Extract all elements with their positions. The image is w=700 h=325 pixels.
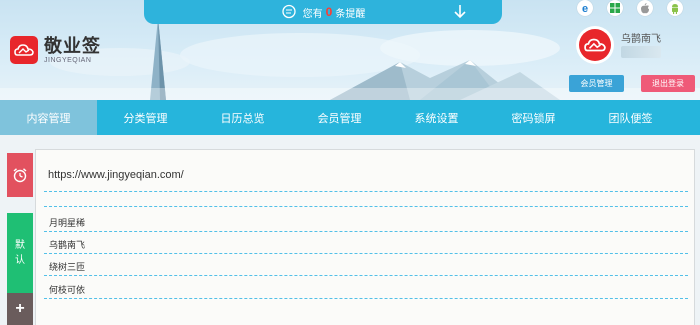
notice-prefix: 您有: [302, 8, 323, 20]
nav-calendar-overview[interactable]: 日历总览: [194, 100, 291, 135]
note-item[interactable]: 乌鹊南飞: [49, 238, 85, 251]
header: 敬业签 JINGYEQIAN 您有 0 条提醒 e 乌鹊南飞 会员管理 退出登录: [0, 0, 700, 100]
logout-button[interactable]: 退出登录: [641, 75, 695, 92]
member-management-button[interactable]: 会员管理: [569, 75, 624, 92]
divider: [44, 298, 688, 299]
content-area: 默 认 + https://www.jingyeqian.com/ 月明星稀 乌…: [0, 135, 700, 325]
add-category-button[interactable]: +: [7, 293, 33, 325]
reminder-tab[interactable]: [7, 153, 33, 197]
divider: [44, 231, 688, 232]
chat-bubble-icon: [282, 4, 296, 19]
default-label-2: 认: [15, 255, 25, 266]
username: 乌鹊南飞: [621, 34, 661, 45]
notice-count: 0: [325, 5, 333, 19]
app-name: 敬业签: [44, 35, 101, 56]
ie-icon[interactable]: e: [577, 0, 593, 16]
apple-icon[interactable]: [637, 0, 653, 16]
default-label-1: 默: [15, 240, 25, 251]
user-id-redacted: [621, 46, 661, 58]
logo-icon: [10, 36, 38, 64]
divider: [44, 206, 688, 207]
app-logo[interactable]: 敬业签 JINGYEQIAN: [10, 36, 101, 64]
nav-team-notes[interactable]: 团队便签: [582, 100, 679, 135]
notice-suffix: 条提醒: [335, 8, 366, 20]
default-category-tab[interactable]: 默 认: [7, 213, 33, 293]
svg-text:e: e: [582, 3, 588, 14]
divider: [44, 191, 688, 192]
note-item[interactable]: 月明星稀: [49, 216, 85, 229]
nav-password-lock[interactable]: 密码锁屏: [485, 100, 582, 135]
note-item[interactable]: 何枝可依: [49, 283, 85, 296]
alarm-clock-icon: [13, 168, 27, 183]
app-name-en: JINGYEQIAN: [44, 56, 92, 64]
nav-member-management[interactable]: 会员管理: [291, 100, 388, 135]
divider: [44, 253, 688, 254]
note-item[interactable]: 绕树三匝: [49, 260, 85, 273]
arrow-down-icon[interactable]: [454, 4, 466, 20]
nav-category-management[interactable]: 分类管理: [97, 100, 194, 135]
nav-system-settings[interactable]: 系统设置: [388, 100, 485, 135]
user-avatar[interactable]: [576, 26, 614, 64]
reminder-notice-bar[interactable]: 您有 0 条提醒: [144, 0, 502, 24]
windows-icon[interactable]: [607, 0, 623, 16]
avatar-logo-icon: [579, 29, 611, 61]
platform-downloads: e: [577, 0, 697, 16]
nav-content-management[interactable]: 内容管理: [0, 100, 97, 135]
android-icon[interactable]: [667, 0, 683, 16]
divider: [44, 275, 688, 276]
note-url[interactable]: https://www.jingyeqian.com/: [48, 169, 184, 181]
main-nav: 内容管理 分类管理 日历总览 会员管理 系统设置 密码锁屏 团队便签: [0, 100, 700, 135]
notes-panel: https://www.jingyeqian.com/ 月明星稀 乌鹊南飞 绕树…: [35, 149, 695, 325]
